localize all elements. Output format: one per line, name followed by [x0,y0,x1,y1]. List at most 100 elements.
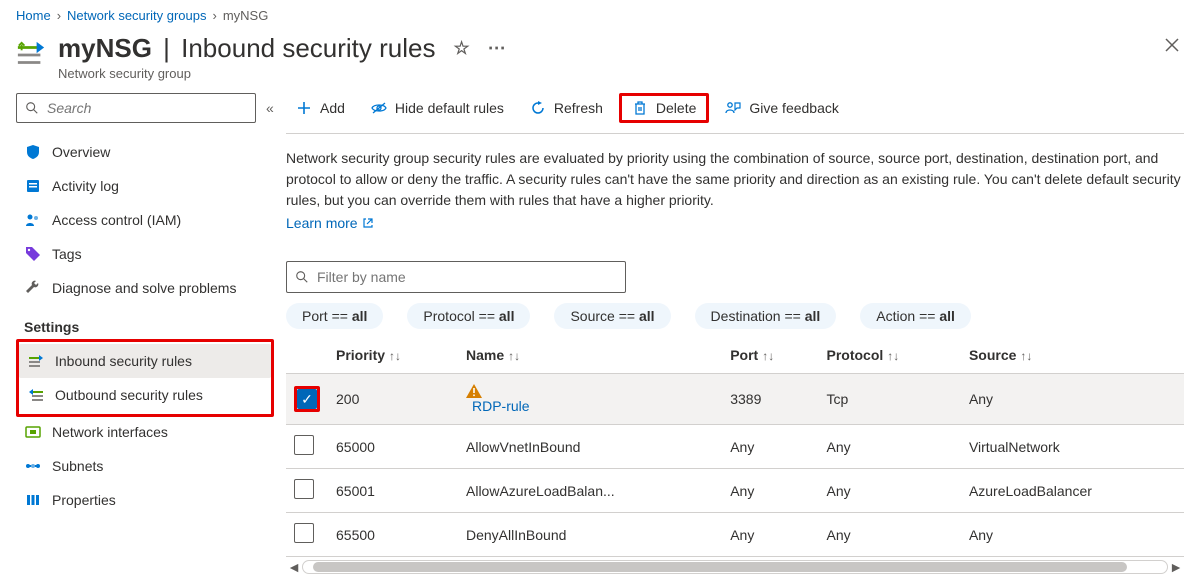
nav-network-interfaces[interactable]: Network interfaces [16,415,274,449]
feedback-button[interactable]: Give feedback [715,96,849,120]
table-row[interactable]: 65500DenyAllInBoundAnyAnyAny [286,513,1184,557]
sidebar: « Overview Activity log Access control (… [16,93,286,575]
cell-name: AllowVnetInBound [458,425,722,469]
cell-protocol: Tcp [818,374,960,425]
tag-icon [24,245,42,263]
delete-button[interactable]: Delete [619,93,709,123]
row-checkbox[interactable] [294,479,314,499]
pill-port[interactable]: Port == all [286,303,383,329]
rules-table: Priority↑↓ Name↑↓ Port↑↓ Protocol↑↓ Sour… [286,337,1184,557]
people-icon [24,211,42,229]
command-bar: Add Hide default rules Refresh Delete Gi… [286,93,1184,134]
btn-label: Hide default rules [395,100,504,116]
cell-source: AzureLoadBalancer [961,469,1184,513]
cell-priority: 65500 [328,513,458,557]
row-checkbox[interactable] [294,435,314,455]
refresh-button[interactable]: Refresh [520,96,613,120]
chevron-right-icon: › [212,8,216,23]
sort-icon: ↑↓ [389,349,401,363]
col-protocol[interactable]: Protocol↑↓ [818,337,960,374]
breadcrumb: Home › Network security groups › myNSG [0,0,1200,33]
nav-label: Activity log [52,178,119,194]
search-icon [25,101,39,115]
cell-source: VirtualNetwork [961,425,1184,469]
btn-label: Refresh [554,100,603,116]
resource-type: Network security group [58,66,1160,81]
cell-name: DenyAllInBound [458,513,722,557]
filter-field[interactable] [315,268,617,286]
more-menu-icon[interactable]: ⋯ [488,38,506,59]
filter-input[interactable] [286,261,626,293]
subnet-icon [24,457,42,475]
nav-label: Overview [52,144,110,160]
learn-more-link[interactable]: Learn more [286,215,374,231]
inbound-icon [27,352,45,370]
nav-diagnose[interactable]: Diagnose and solve problems [16,271,274,305]
nav-section-settings: Settings [16,305,274,341]
blade-title: Inbound security rules [181,33,435,64]
nav-activity-log[interactable]: Activity log [16,169,274,203]
horizontal-scrollbar[interactable]: ◄ ► [286,559,1184,575]
col-source[interactable]: Source↑↓ [961,337,1184,374]
table-row[interactable]: 65001AllowAzureLoadBalan...AnyAnyAzureLo… [286,469,1184,513]
cell-port: Any [722,513,818,557]
row-checkbox[interactable] [294,523,314,543]
search-icon [295,270,309,284]
nav-label: Diagnose and solve problems [52,280,236,296]
nav-inbound-rules[interactable]: Inbound security rules [19,344,271,378]
page-title: myNSG | Inbound security rules ☆ ⋯ [58,33,1160,64]
cell-source: Any [961,374,1184,425]
nav-properties[interactable]: Properties [16,483,274,517]
nsg-icon [16,37,46,73]
crumb-current: myNSG [223,8,269,23]
nic-icon [24,423,42,441]
nav-overview[interactable]: Overview [16,135,274,169]
pill-destination[interactable]: Destination == all [695,303,837,329]
pill-action[interactable]: Action == all [860,303,971,329]
favorite-star-icon[interactable]: ☆ [454,38,470,59]
collapse-sidebar-icon[interactable]: « [266,100,274,116]
btn-label: Give feedback [749,100,839,116]
row-checkbox[interactable]: ✓ [297,389,317,409]
shield-icon [24,143,42,161]
cell-name: AllowAzureLoadBalan... [458,469,722,513]
highlight-security-rules: Inbound security rules Outbound security… [16,339,274,417]
log-icon [24,177,42,195]
cell-name[interactable]: RDP-rule [458,374,722,425]
col-port[interactable]: Port↑↓ [722,337,818,374]
feedback-icon [725,100,741,116]
nav-subnets[interactable]: Subnets [16,449,274,483]
nav-top: Overview Activity log Access control (IA… [16,135,274,305]
nav-tags[interactable]: Tags [16,237,274,271]
chevron-right-icon: › [57,8,61,23]
btn-label: Add [320,100,345,116]
nav-label: Inbound security rules [55,353,192,369]
sort-icon: ↑↓ [1020,349,1032,363]
link-label: Learn more [286,215,358,231]
trash-icon [632,100,648,116]
scroll-right-icon[interactable]: ► [1168,559,1184,575]
table-row[interactable]: ✓200RDP-rule3389TcpAny [286,374,1184,425]
col-name[interactable]: Name↑↓ [458,337,722,374]
cell-priority: 200 [328,374,458,425]
add-button[interactable]: Add [286,96,355,120]
close-icon[interactable] [1160,33,1184,57]
sidebar-search[interactable] [16,93,256,123]
pill-protocol[interactable]: Protocol == all [407,303,530,329]
table-row[interactable]: 65000AllowVnetInBoundAnyAnyVirtualNetwor… [286,425,1184,469]
crumb-home[interactable]: Home [16,8,51,23]
nav-outbound-rules[interactable]: Outbound security rules [19,378,271,412]
crumb-nsg-list[interactable]: Network security groups [67,8,206,23]
scroll-left-icon[interactable]: ◄ [286,559,302,575]
nav-access-control[interactable]: Access control (IAM) [16,203,274,237]
sort-icon: ↑↓ [887,349,899,363]
plus-icon [296,100,312,116]
sidebar-search-input[interactable] [45,99,247,117]
pill-source[interactable]: Source == all [554,303,670,329]
hide-default-button[interactable]: Hide default rules [361,96,514,120]
page-header: myNSG | Inbound security rules ☆ ⋯ Netwo… [0,33,1200,93]
external-link-icon [362,217,374,229]
nav-label: Network interfaces [52,424,168,440]
col-priority[interactable]: Priority↑↓ [328,337,458,374]
properties-icon [24,491,42,509]
